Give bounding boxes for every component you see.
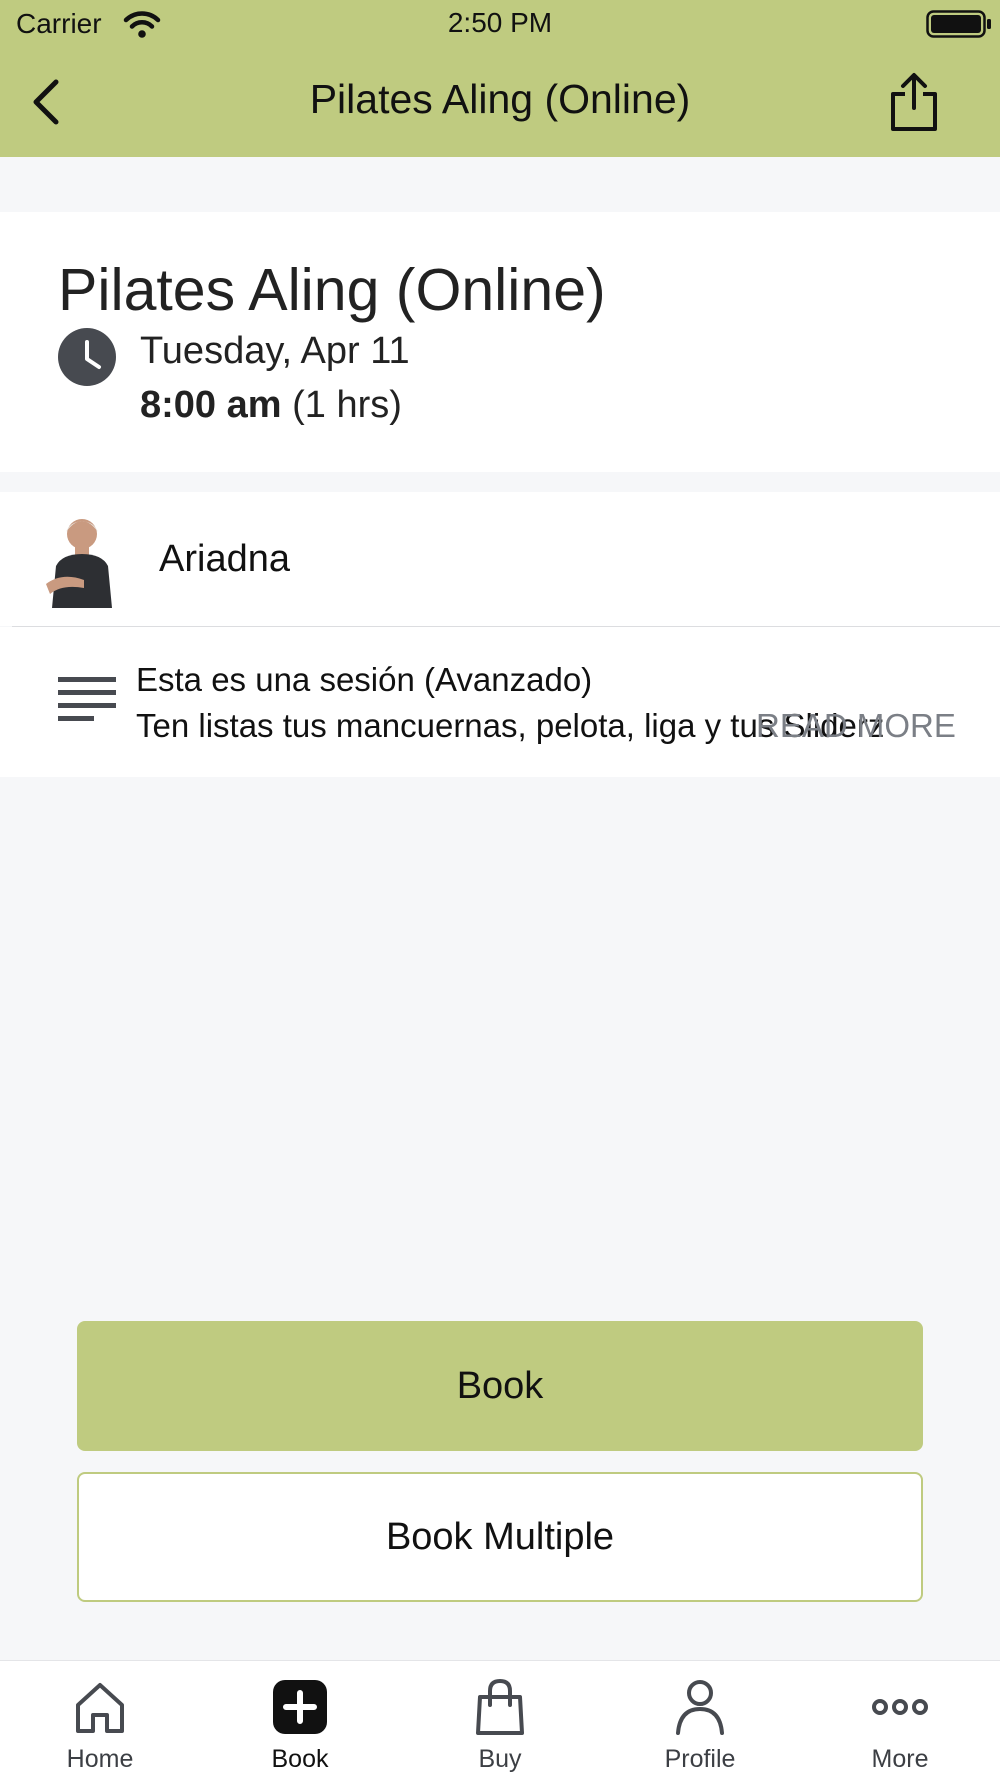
- more-dots-icon: [872, 1699, 928, 1715]
- battery-icon: [926, 10, 991, 38]
- tab-bar: Home Book Buy Profile More: [0, 1660, 1000, 1779]
- class-start-time: 8:00 am: [140, 384, 282, 426]
- description-row: Esta es una sesión (Avanzado) Ten listas…: [0, 627, 1000, 777]
- class-duration: (1 hrs): [292, 384, 402, 426]
- tab-book-label: Book: [271, 1745, 329, 1773]
- top-bar: Carrier 2:50 PM Pilates Aling (Online): [0, 0, 1000, 157]
- instructor-name: Ariadna: [159, 538, 290, 580]
- tab-more-label: More: [871, 1745, 929, 1773]
- home-icon: [76, 1683, 124, 1733]
- text-lines-icon: [58, 677, 116, 721]
- share-icon[interactable]: [888, 72, 940, 132]
- tab-profile[interactable]: Profile: [600, 1661, 800, 1779]
- person-icon: [676, 1680, 724, 1735]
- book-button[interactable]: Book: [77, 1321, 923, 1451]
- clock-icon: [58, 328, 116, 386]
- tab-buy-label: Buy: [478, 1745, 522, 1773]
- class-time: 8:00 am (1 hrs): [140, 384, 402, 427]
- class-header-card: Pilates Aling (Online) Tuesday, Apr 11 8…: [0, 212, 1000, 472]
- class-title: Pilates Aling (Online): [58, 257, 606, 323]
- tab-profile-label: Profile: [664, 1745, 736, 1773]
- tab-buy[interactable]: Buy: [400, 1661, 600, 1779]
- book-multiple-button[interactable]: Book Multiple: [77, 1472, 923, 1602]
- plus-square-icon: [273, 1680, 327, 1734]
- tab-home[interactable]: Home: [0, 1661, 200, 1779]
- tab-home-label: Home: [66, 1745, 134, 1773]
- description-line-1: Esta es una sesión (Avanzado): [136, 661, 593, 698]
- instructor-row[interactable]: Ariadna: [0, 492, 1000, 626]
- tab-book[interactable]: Book: [200, 1661, 400, 1779]
- avatar: [46, 519, 112, 608]
- class-date: Tuesday, Apr 11: [140, 330, 410, 372]
- nav-title: Pilates Aling (Online): [309, 76, 691, 122]
- read-more-link[interactable]: READ MORE: [756, 707, 956, 745]
- tab-more[interactable]: More: [800, 1661, 1000, 1779]
- shopping-bag-icon: [476, 1678, 524, 1735]
- status-time: 2:50 PM: [447, 7, 553, 38]
